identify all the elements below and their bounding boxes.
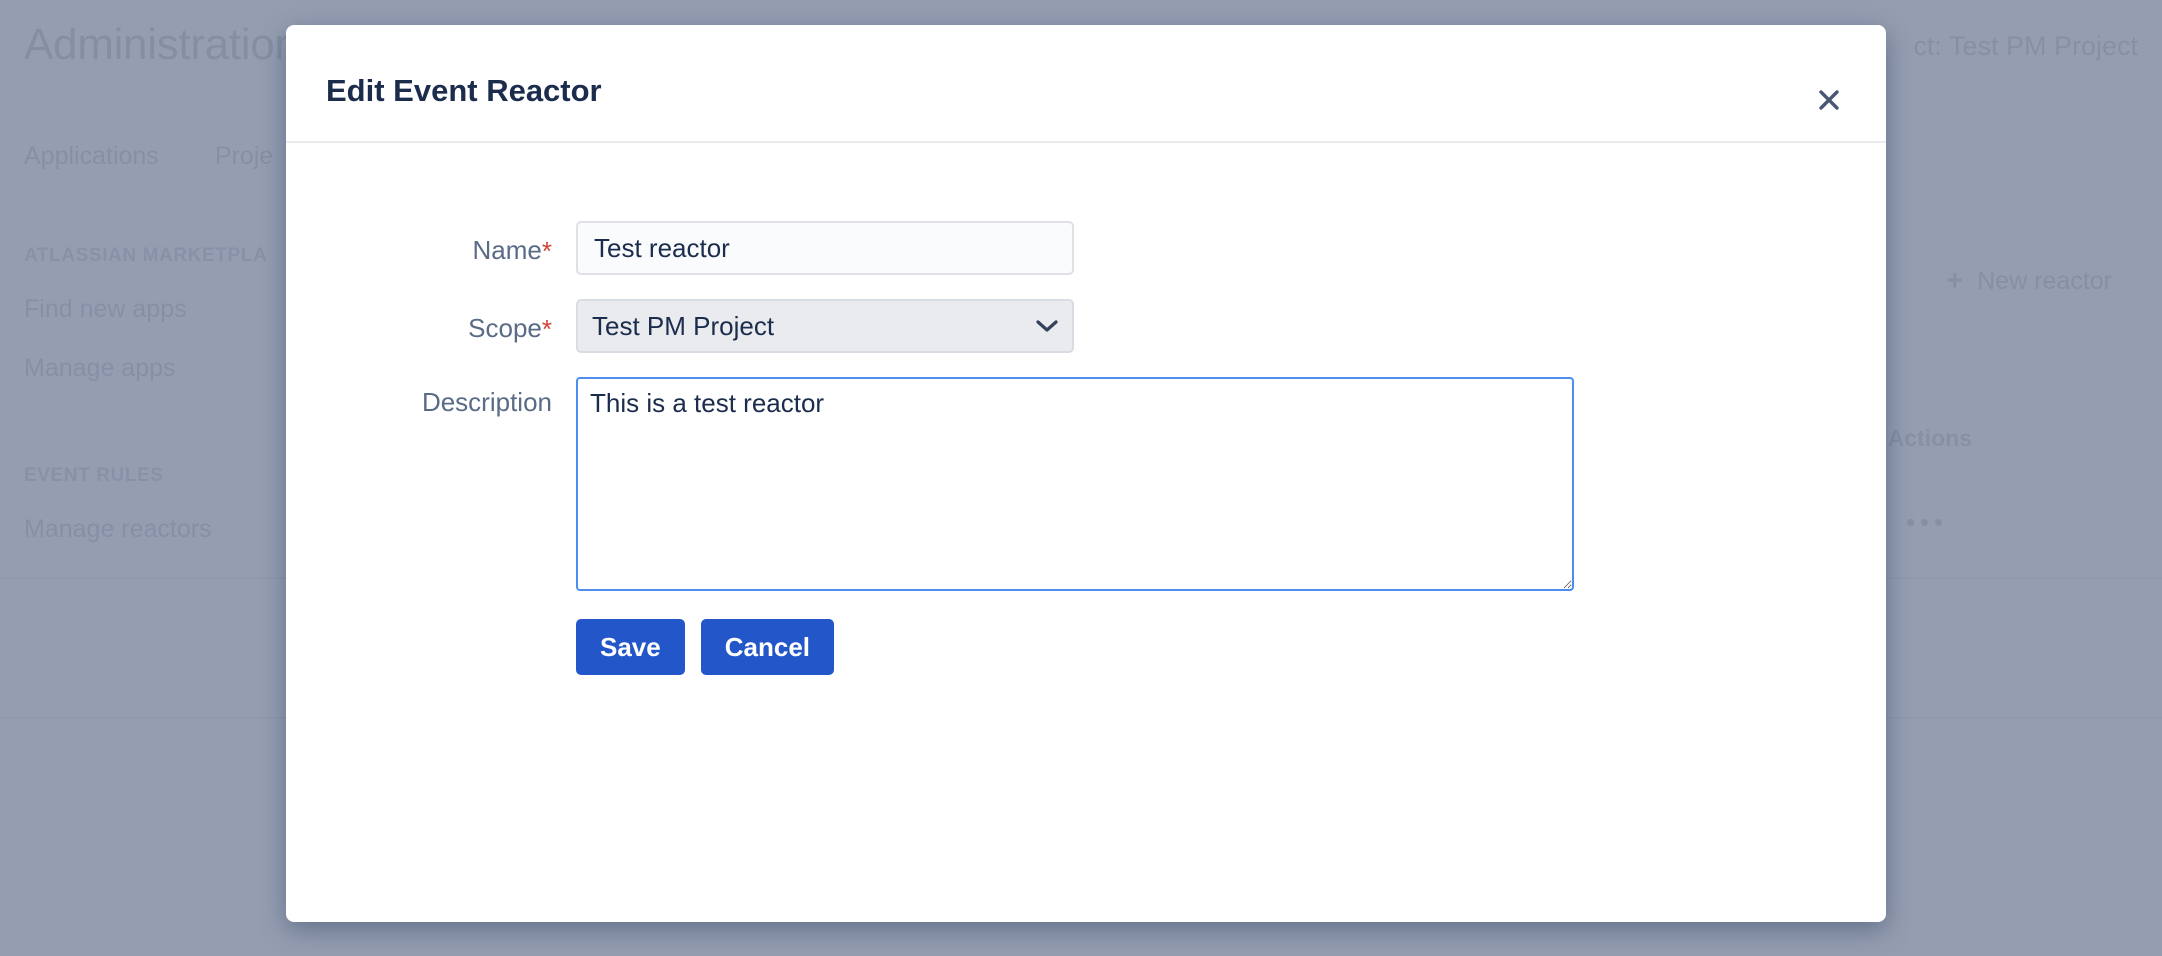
scope-field-label: Scope*	[286, 299, 576, 344]
dialog-title: Edit Event Reactor	[326, 73, 602, 108]
form-row-scope: Scope* Test PM Project	[286, 299, 1886, 353]
form-row-name: Name*	[286, 221, 1886, 275]
description-field-label: Description	[421, 387, 552, 417]
scope-select-wrapper: Test PM Project	[576, 299, 1074, 353]
close-icon-glyph	[1819, 90, 1839, 110]
form-row-description: Description	[286, 377, 1886, 591]
close-icon[interactable]	[1812, 83, 1846, 117]
scope-required-marker: *	[541, 314, 552, 344]
description-textarea[interactable]	[576, 377, 1574, 591]
name-label-text: Name	[472, 235, 542, 265]
dialog-header: Edit Event Reactor	[286, 25, 1886, 143]
edit-event-reactor-dialog: Edit Event Reactor Name* Scope* Test PM …	[286, 25, 1886, 922]
scope-select[interactable]: Test PM Project	[576, 299, 1074, 353]
dialog-body: Name* Scope* Test PM Project Description	[286, 221, 1886, 675]
actions-spacer	[286, 619, 576, 675]
save-button[interactable]: Save	[576, 619, 685, 675]
name-field-label: Name*	[286, 221, 576, 266]
name-input[interactable]	[576, 221, 1074, 275]
dialog-actions: Save Cancel	[286, 619, 1886, 675]
name-required-marker: *	[541, 236, 552, 266]
scope-label-text: Scope	[468, 313, 542, 343]
cancel-button[interactable]: Cancel	[700, 619, 834, 675]
